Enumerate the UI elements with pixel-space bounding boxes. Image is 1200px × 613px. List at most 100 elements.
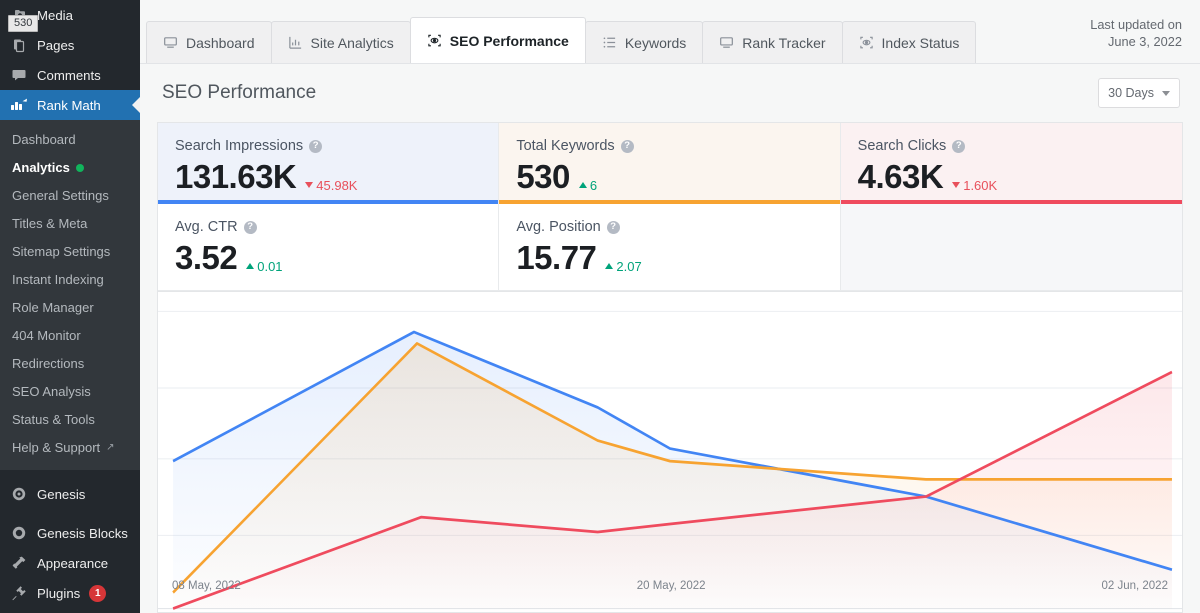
stat-label-row: Avg. Position ?: [516, 219, 839, 235]
stat-delta: 45.98K: [305, 178, 357, 193]
submenu-item-404-monitor[interactable]: 404 Monitor: [0, 322, 140, 350]
arrow-down-icon: [305, 182, 313, 188]
arrow-up-icon: [579, 182, 587, 188]
chart-x-axis-labels: 08 May, 2022 20 May, 2022 02 Jun, 2022: [158, 580, 1182, 592]
submenu-item-sitemap-settings[interactable]: Sitemap Settings: [0, 238, 140, 266]
chevron-down-icon: [1162, 91, 1170, 96]
stat-card-avg-ctr[interactable]: Avg. CTR ? 3.52 0.01: [158, 204, 499, 291]
submenu-label: Sitemap Settings: [12, 242, 110, 262]
sidebar-item-label: Rank Math: [37, 98, 101, 113]
sidebar-item-rank-math[interactable]: Rank Math: [0, 90, 140, 120]
tab-list: Dashboard Site Analytics: [146, 19, 975, 63]
submenu-item-role-manager[interactable]: Role Manager: [0, 294, 140, 322]
tab-label: Index Status: [882, 35, 960, 51]
stat-card-search-clicks[interactable]: Search Clicks ? 4.63K 1.60K: [841, 123, 1182, 204]
stat-delta-value: 1.60K: [963, 178, 997, 193]
arrow-up-icon: [605, 263, 613, 269]
pages-icon: [10, 36, 28, 54]
tab-dashboard[interactable]: Dashboard: [146, 21, 272, 63]
stat-label-row: Total Keywords ?: [516, 138, 839, 154]
x-tick-label: 08 May, 2022: [172, 580, 241, 592]
plugins-icon: [10, 584, 28, 602]
bar-chart-icon: [288, 35, 303, 50]
submenu-label: General Settings: [12, 186, 109, 206]
tab-site-analytics[interactable]: Site Analytics: [271, 21, 411, 63]
stat-value: 4.63K: [858, 158, 944, 196]
x-tick-label: 02 Jun, 2022: [1101, 580, 1168, 592]
performance-chart[interactable]: 08 May, 2022 20 May, 2022 02 Jun, 2022: [157, 292, 1183, 613]
stat-card-search-impressions[interactable]: Search Impressions ? 131.63K 45.98K: [158, 123, 499, 204]
help-icon[interactable]: ?: [607, 221, 620, 234]
tab-label: Rank Tracker: [742, 35, 825, 51]
submenu-label: Titles & Meta: [12, 214, 87, 234]
monitor-icon: [163, 35, 178, 50]
submenu-item-general-settings[interactable]: General Settings: [0, 182, 140, 210]
sidebar-item-pages[interactable]: Pages: [0, 30, 140, 60]
submenu-label: Status & Tools: [12, 410, 95, 430]
x-tick-label: 20 May, 2022: [637, 580, 706, 592]
stat-label: Total Keywords: [516, 138, 614, 154]
sidebar-item-label: Plugins: [37, 586, 80, 601]
sidebar-item-comments[interactable]: Comments: [0, 60, 140, 90]
submenu-item-seo-analysis[interactable]: SEO Analysis: [0, 378, 140, 406]
eye-scan-icon: [427, 33, 442, 48]
submenu-item-dashboard[interactable]: Dashboard: [0, 126, 140, 154]
sidebar-item-label: Genesis: [37, 487, 85, 502]
sidebar-item-appearance[interactable]: Appearance: [0, 548, 140, 578]
tab-label: Dashboard: [186, 35, 255, 51]
stat-delta: 0.01: [246, 259, 282, 274]
help-icon[interactable]: ?: [621, 140, 634, 153]
submenu-item-titles-meta[interactable]: Titles & Meta: [0, 210, 140, 238]
tab-rank-tracker[interactable]: Rank Tracker: [702, 21, 842, 63]
external-link-icon: ↗: [106, 438, 114, 458]
sidebar-item-plugins[interactable]: Plugins 1: [0, 578, 140, 608]
genesis-icon: [10, 485, 28, 503]
stat-card-avg-position[interactable]: Avg. Position ? 15.77 2.07: [499, 204, 840, 291]
last-updated-info: Last updated on June 3, 2022: [1090, 16, 1182, 50]
sidebar-item-label: Pages: [37, 38, 74, 53]
last-updated-label: Last updated on: [1090, 16, 1182, 33]
submenu-item-instant-indexing[interactable]: Instant Indexing: [0, 266, 140, 294]
tab-seo-performance[interactable]: SEO Performance: [410, 17, 586, 63]
tab-keywords[interactable]: Keywords: [585, 21, 703, 63]
submenu-label: Instant Indexing: [12, 270, 104, 290]
status-dot-icon: [76, 164, 84, 172]
stat-delta: 1.60K: [952, 178, 997, 193]
genesis-blocks-icon: [10, 524, 28, 542]
stat-delta-value: 6: [590, 178, 597, 193]
submenu-label: Dashboard: [12, 130, 76, 150]
sidebar-item-label: Genesis Blocks: [37, 526, 128, 541]
stat-label-row: Search Impressions ?: [175, 138, 498, 154]
chart-svg: [158, 292, 1182, 612]
tab-label: Site Analytics: [311, 35, 394, 51]
sidebar-item-label: Appearance: [37, 556, 108, 571]
submenu-label: Role Manager: [12, 298, 94, 318]
sidebar-item-genesis-blocks[interactable]: Genesis Blocks: [0, 518, 140, 548]
help-icon[interactable]: ?: [309, 140, 322, 153]
stat-value: 15.77: [516, 239, 596, 277]
stat-label: Search Clicks: [858, 138, 947, 154]
submenu-item-redirections[interactable]: Redirections: [0, 350, 140, 378]
stat-value-row: 4.63K 1.60K: [858, 158, 1182, 196]
stat-card-empty: [841, 204, 1182, 291]
stat-value-row: 530 6: [516, 158, 839, 196]
submenu-item-help-support[interactable]: Help & Support ↗: [0, 434, 140, 462]
help-icon[interactable]: ?: [244, 221, 257, 234]
sidebar-item-genesis[interactable]: Genesis: [0, 479, 140, 509]
help-icon[interactable]: ?: [952, 140, 965, 153]
stat-label-row: Avg. CTR ?: [175, 219, 498, 235]
stat-card-total-keywords[interactable]: Total Keywords ? 530 6: [499, 123, 840, 204]
eye-scan-icon: [859, 35, 874, 50]
stat-value-row: 15.77 2.07: [516, 239, 839, 277]
wp-admin-sidebar: 530 Media Pages: [0, 0, 140, 613]
date-range-select[interactable]: 30 Days: [1098, 78, 1180, 108]
tab-index-status[interactable]: Index Status: [842, 21, 977, 63]
sidebar-item-users[interactable]: Users: [0, 608, 140, 613]
submenu-label: Help & Support: [12, 438, 100, 458]
submenu-item-status-tools[interactable]: Status & Tools: [0, 406, 140, 434]
submenu-label: Redirections: [12, 354, 84, 374]
media-count-tooltip: 530: [8, 15, 38, 32]
submenu-label: 404 Monitor: [12, 326, 81, 346]
submenu-item-analytics[interactable]: Analytics: [0, 154, 140, 182]
stat-value: 3.52: [175, 239, 237, 277]
